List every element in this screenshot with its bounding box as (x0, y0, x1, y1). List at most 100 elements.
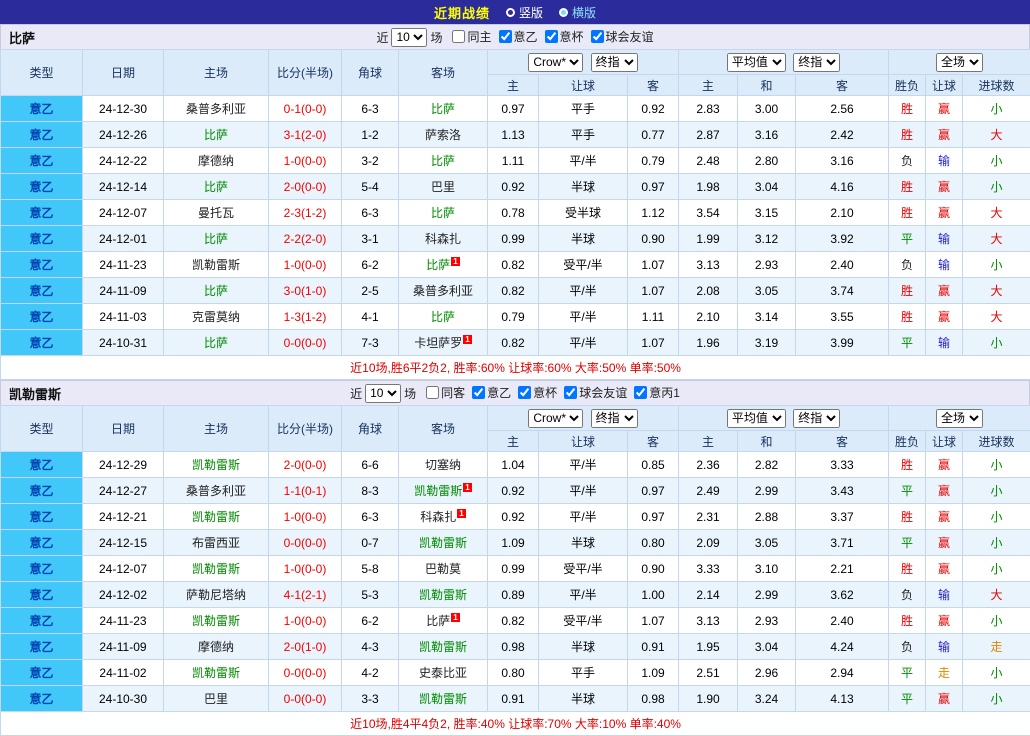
radio-circle-icon[interactable] (506, 8, 515, 17)
radio-vertical-layout[interactable]: 竖版 (506, 4, 543, 21)
result-cell: 平 (889, 660, 926, 686)
final-odds-select[interactable]: 终指 (591, 409, 638, 428)
filter-checkbox-input[interactable] (499, 30, 512, 43)
goals-result-cell: 大 (963, 200, 1030, 226)
handicap-result-cell: 走 (926, 660, 963, 686)
home-team-name: 巴里 (204, 692, 228, 706)
handicap-cell: 平/半 (539, 278, 628, 304)
corner-cell: 4-1 (342, 304, 399, 330)
away-team-name: 比萨 (431, 154, 455, 168)
filter-checkbox-label[interactable]: 球会友谊 (606, 28, 654, 45)
league-type-cell: 意乙 (1, 148, 83, 174)
home-team-cell: 凯勒雷斯 (164, 556, 269, 582)
date-cell: 24-12-07 (83, 200, 164, 226)
away-team-name: 切塞纳 (425, 458, 461, 472)
bookmaker-select[interactable]: Crow* (528, 53, 583, 72)
avg-home-cell: 2.08 (679, 278, 738, 304)
handicap-cell: 平手 (539, 660, 628, 686)
away-team-cell: 凯勒雷斯 (399, 686, 488, 712)
filter-checkbox-input[interactable] (472, 386, 485, 399)
filter-checkbox[interactable]: 球会友谊 (584, 28, 654, 45)
handicap-result-cell: 赢 (926, 608, 963, 634)
radio-circle-icon[interactable] (559, 8, 568, 17)
date-cell: 24-12-01 (83, 226, 164, 252)
radio-horizontal-label[interactable]: 横版 (572, 4, 596, 21)
home-odds-cell: 0.78 (488, 200, 539, 226)
avg-draw-cell: 3.16 (738, 122, 796, 148)
fulltime-select[interactable]: 全场 (936, 409, 983, 428)
filter-checkbox-input[interactable] (564, 386, 577, 399)
average-odds-select[interactable]: 平均值 (727, 409, 786, 428)
result-cell: 负 (889, 252, 926, 278)
col-header-avg-away: 客 (796, 431, 889, 452)
avg-draw-cell: 3.00 (738, 96, 796, 122)
home-odds-cell: 0.79 (488, 304, 539, 330)
result-cell: 负 (889, 582, 926, 608)
filter-checkbox-input[interactable] (452, 30, 465, 43)
filter-checkbox-input[interactable] (545, 30, 558, 43)
home-team-cell: 比萨 (164, 278, 269, 304)
home-team-name: 凯勒雷斯 (192, 666, 240, 680)
filter-checkbox[interactable]: 意乙 (492, 28, 538, 45)
handicap-cell: 半球 (539, 174, 628, 200)
recent-count-select[interactable]: 10 (365, 384, 401, 403)
final-average-select[interactable]: 终指 (793, 409, 840, 428)
filter-checkbox-label[interactable]: 意丙1 (649, 384, 680, 401)
filter-checkbox-input[interactable] (591, 30, 604, 43)
filter-checkbox[interactable]: 球会友谊 (557, 384, 627, 401)
filter-checkbox[interactable]: 意杯 (511, 384, 557, 401)
filter-checkbox[interactable]: 同客 (419, 384, 465, 401)
match-row: 意乙 24-12-26 比萨 3-1(2-0) 1-2 萨索洛 1.13 平手 … (1, 122, 1030, 148)
recent-count-select[interactable]: 10 (391, 28, 427, 47)
filter-checkbox-input[interactable] (426, 386, 439, 399)
avg-draw-cell: 3.05 (738, 278, 796, 304)
away-team-cell: 比萨 (399, 200, 488, 226)
corner-cell: 8-3 (342, 478, 399, 504)
away-team-name: 凯勒雷斯 (419, 536, 467, 550)
filter-checkbox[interactable]: 同主 (445, 28, 491, 45)
match-row: 意乙 24-12-30 桑普多利亚 0-1(0-0) 6-3 比萨 0.97 平… (1, 96, 1030, 122)
filter-checkbox-label[interactable]: 同客 (441, 384, 465, 401)
filter-checkbox-input[interactable] (518, 386, 531, 399)
filter-checkbox[interactable]: 意乙 (465, 384, 511, 401)
away-odds-cell: 0.97 (628, 174, 679, 200)
final-average-select[interactable]: 终指 (793, 53, 840, 72)
league-type-cell: 意乙 (1, 252, 83, 278)
away-odds-cell: 1.07 (628, 278, 679, 304)
handicap-cell: 受平/半 (539, 608, 628, 634)
average-odds-select[interactable]: 平均值 (727, 53, 786, 72)
filter-checkbox-label[interactable]: 意乙 (514, 28, 538, 45)
final-odds-select[interactable]: 终指 (591, 53, 638, 72)
filter-checkbox-label[interactable]: 意乙 (487, 384, 511, 401)
bookmaker-select[interactable]: Crow* (528, 409, 583, 428)
filter-checkbox[interactable]: 意杯 (538, 28, 584, 45)
away-team-name: 凯勒雷斯 (419, 588, 467, 602)
avg-draw-cell: 3.12 (738, 226, 796, 252)
filter-checkbox[interactable]: 意丙1 (627, 384, 680, 401)
average-odds-group: 平均值 终指 (679, 406, 889, 431)
result-cell: 平 (889, 478, 926, 504)
filter-checkbox-label[interactable]: 球会友谊 (579, 384, 627, 401)
avg-away-cell: 3.99 (796, 330, 889, 356)
avg-draw-cell: 2.93 (738, 608, 796, 634)
corner-cell: 6-6 (342, 452, 399, 478)
avg-home-cell: 2.87 (679, 122, 738, 148)
home-odds-cell: 0.89 (488, 582, 539, 608)
league-type-cell: 意乙 (1, 200, 83, 226)
radio-vertical-label[interactable]: 竖版 (519, 4, 543, 21)
score-cell: 0-0(0-0) (269, 330, 342, 356)
fulltime-select[interactable]: 全场 (936, 53, 983, 72)
avg-draw-cell: 3.10 (738, 556, 796, 582)
filter-checkbox-input[interactable] (634, 386, 647, 399)
filter-checkbox-label[interactable]: 意杯 (533, 384, 557, 401)
avg-away-cell: 3.33 (796, 452, 889, 478)
away-team-name: 桑普多利亚 (413, 284, 473, 298)
score-cell: 2-0(0-0) (269, 452, 342, 478)
radio-horizontal-layout[interactable]: 横版 (559, 4, 596, 21)
col-header-goals: 进球数 (963, 431, 1030, 452)
avg-away-cell: 3.62 (796, 582, 889, 608)
home-odds-cell: 0.92 (488, 504, 539, 530)
filter-checkbox-label[interactable]: 同主 (467, 28, 491, 45)
filter-checkbox-label[interactable]: 意杯 (560, 28, 584, 45)
avg-away-cell: 4.16 (796, 174, 889, 200)
